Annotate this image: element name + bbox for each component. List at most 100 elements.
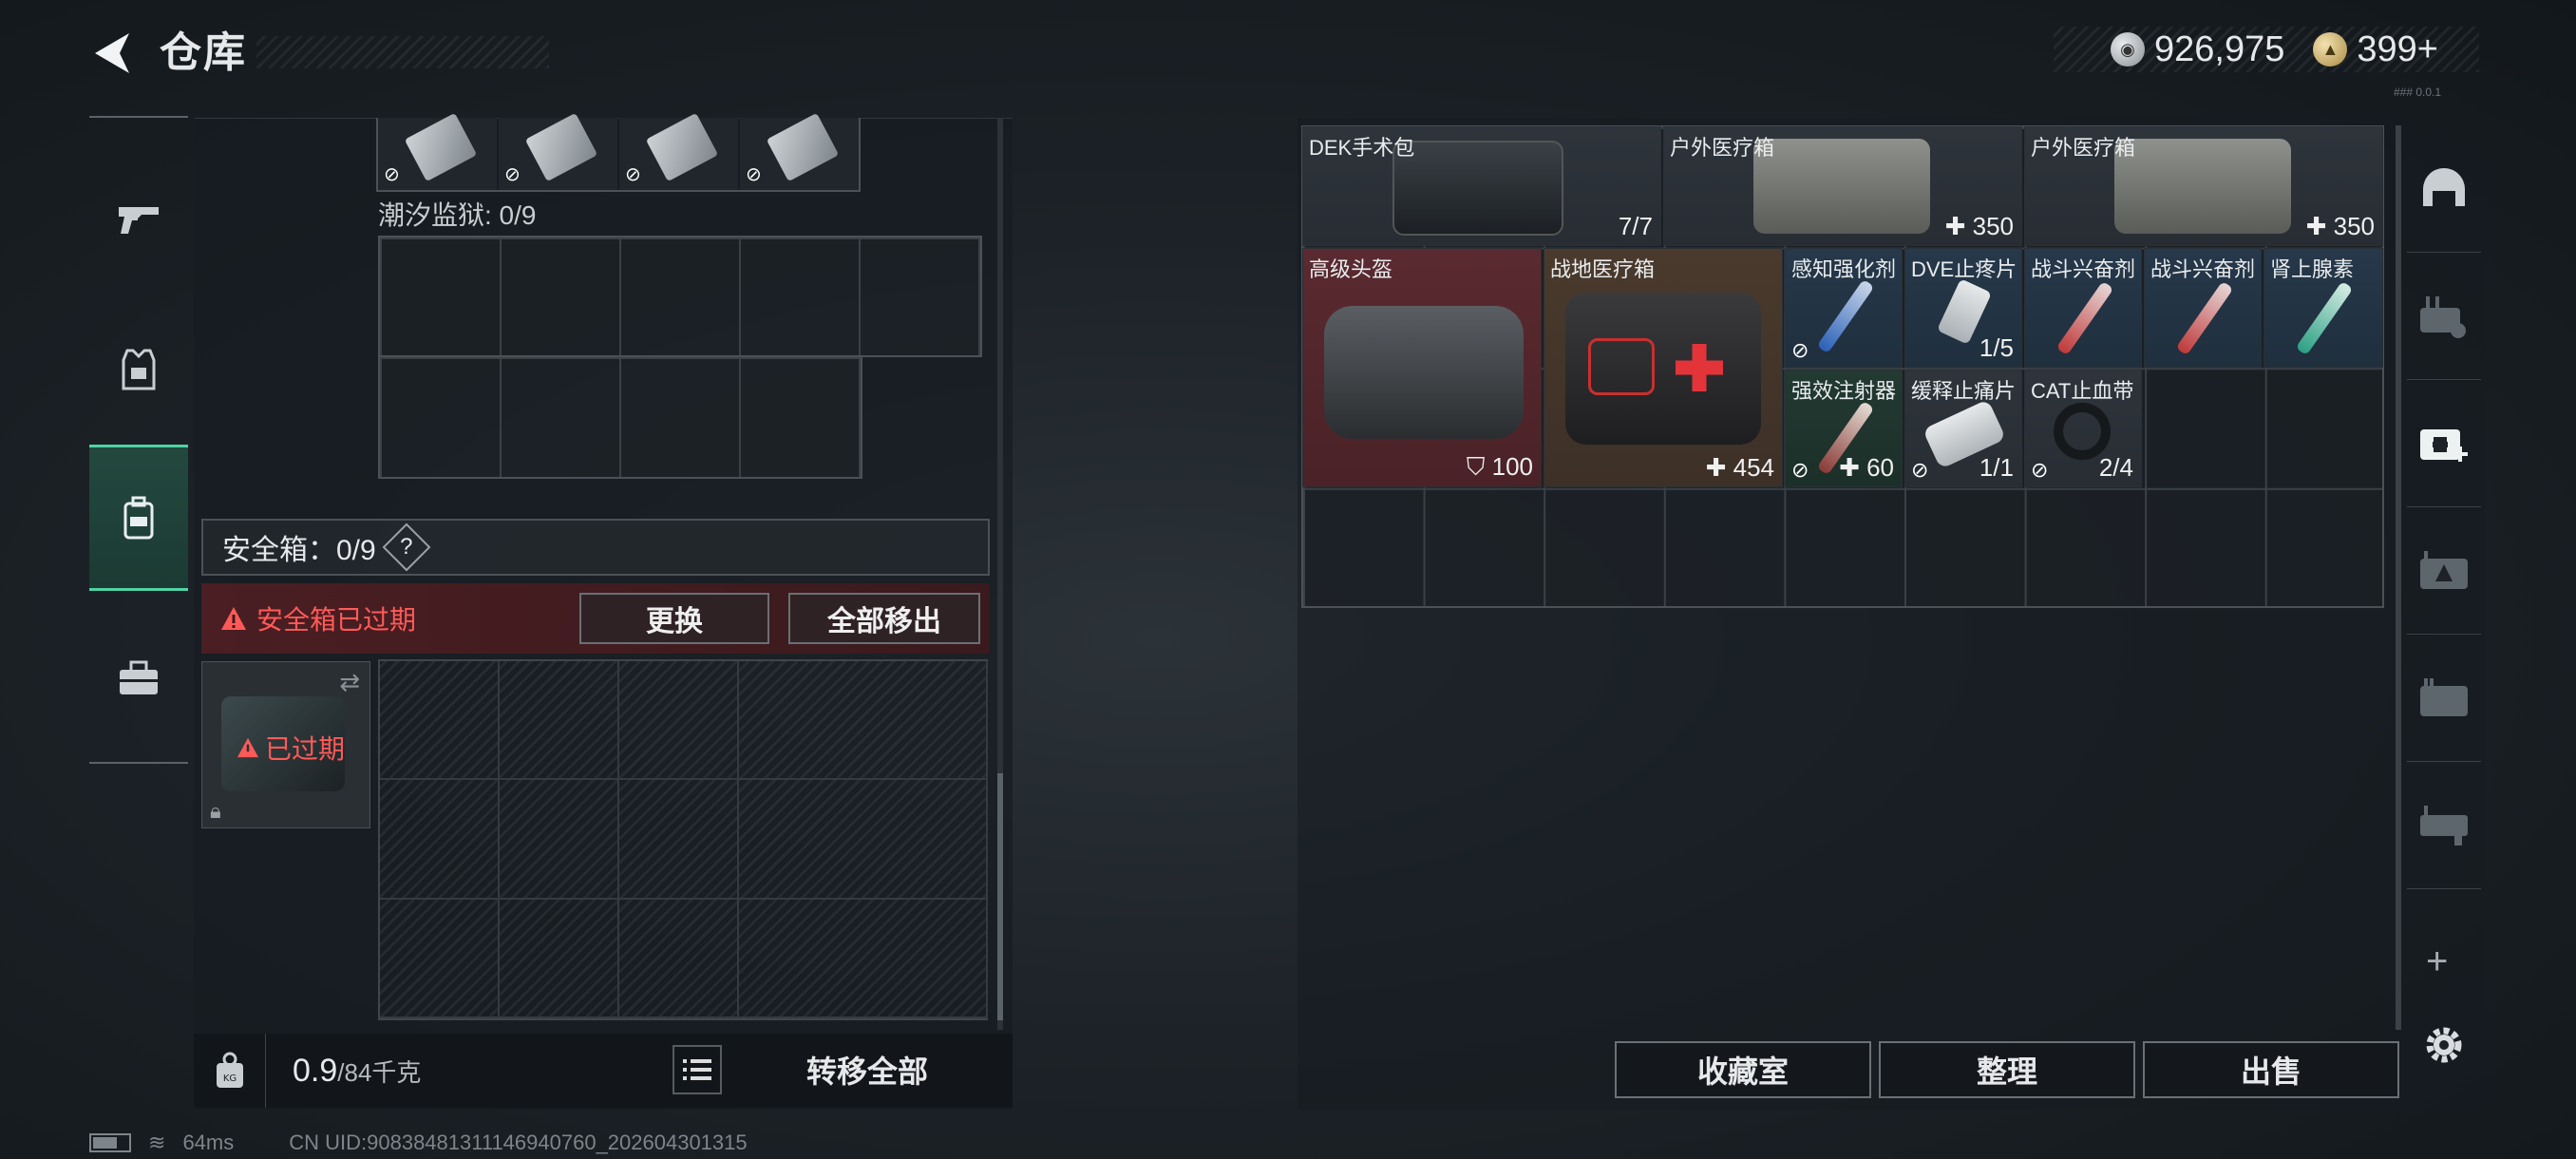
item-dve-painkiller[interactable]: DVE止疼片 1/5 — [1904, 248, 2022, 368]
item-slot[interactable]: ⊘ — [740, 112, 859, 190]
uid-text: CN UID:9083848131114694076​0_20260430131… — [289, 1130, 748, 1154]
no-insure-icon: ⊘ — [504, 164, 521, 185]
safe-box-label: 安全箱：0/9 — [222, 535, 376, 566]
item-slot[interactable]: ⊘ — [378, 112, 497, 190]
item-count: 1/5 — [1979, 333, 2014, 362]
item-name: 感知强化剂 — [1791, 257, 1897, 281]
nav-weapons[interactable] — [89, 190, 188, 247]
item-outdoor-medkit[interactable]: 户外医疗箱 ✚ 350 — [1663, 126, 2022, 246]
wifi-icon: ≋ — [148, 1130, 166, 1154]
item-heal-value: ✚ 350 — [1944, 212, 2014, 240]
ping-text: 64ms — [182, 1130, 235, 1154]
transfer-all-button[interactable]: 转移全部 — [729, 1041, 1005, 1098]
gear-icon — [2426, 1027, 2462, 1063]
version-text: ### 0.0.1 — [2394, 86, 2442, 99]
syringe-icon — [2295, 280, 2354, 356]
helmet-bag-image — [1324, 306, 1524, 439]
nav-backpack[interactable] — [89, 445, 188, 591]
collection-room-button[interactable]: 收藏室 — [1615, 1041, 1871, 1098]
item-name: 肾上腺素 — [2270, 257, 2355, 281]
nav-equipment[interactable] — [2407, 253, 2481, 380]
nav-medical[interactable] — [2407, 380, 2481, 507]
back-button[interactable] — [87, 27, 137, 80]
no-insure-icon: ⊘ — [2031, 458, 2049, 482]
gold-currency[interactable]: ▲ 399+ — [2313, 29, 2438, 70]
red-cross-icon — [1676, 344, 1723, 391]
item-heal-value: ✚ 60 — [1839, 453, 1894, 482]
item-combat-stimulant[interactable]: 战斗兴奋剂 — [2144, 248, 2262, 368]
svg-text:KG: KG — [222, 1074, 236, 1084]
help-button[interactable]: ? — [382, 522, 431, 572]
item-slot[interactable]: ⊘ — [499, 112, 617, 190]
container-grid-row1[interactable] — [378, 236, 982, 357]
safe-box-grid[interactable] — [378, 659, 988, 1020]
gold-amount: 399+ — [2357, 28, 2438, 69]
status-bar: ≋ 64ms CN UID:9083848131114694076​0_2026… — [89, 1130, 748, 1155]
nav-misc[interactable] — [2407, 762, 2481, 889]
item-slot[interactable]: ⊘ — [619, 112, 738, 190]
sell-button[interactable]: 出售 — [2143, 1041, 2399, 1098]
toolbox-icon — [120, 660, 158, 694]
item-icon — [645, 112, 719, 182]
expired-warning: 安全箱已过期 — [220, 599, 416, 637]
left-footer: KG 0.9/84千克 转移全部 — [194, 1034, 1013, 1108]
item-perception-enhancer[interactable]: 感知强化剂 ⊘ — [1785, 248, 1903, 368]
back-arrow-icon — [95, 33, 129, 73]
container-grid-row2[interactable] — [378, 355, 862, 479]
item-adrenaline[interactable]: 肾上腺素 — [2263, 248, 2383, 368]
warning-icon — [237, 737, 258, 758]
battery-icon — [89, 1133, 131, 1152]
item-icon — [404, 112, 478, 182]
item-outdoor-medkit[interactable]: 户外医疗箱 ✚ 350 — [2024, 126, 2383, 246]
right-scrollbar[interactable] — [2396, 125, 2401, 1030]
add-tab-button[interactable]: + — [2426, 940, 2448, 983]
weight-capacity: /84千克 — [337, 1057, 422, 1087]
item-cat-tourniquet[interactable]: CAT止血带 ⊘ 2/4 — [2024, 370, 2142, 487]
item-combat-stimulant[interactable]: 战斗兴奋剂 — [2024, 248, 2142, 368]
tourniquet-icon — [2054, 403, 2111, 460]
replace-button[interactable]: 更换 — [579, 593, 769, 644]
swap-icon[interactable]: ⇄ — [339, 668, 360, 697]
weight-current: 0.9 — [293, 1052, 338, 1089]
item-name: 战地医疗箱 — [1550, 257, 1656, 281]
nav-all-items[interactable] — [2407, 125, 2481, 253]
list-view-button[interactable] — [672, 1045, 722, 1094]
syringe-icon — [2055, 280, 2114, 356]
item-dek-surgical-kit[interactable]: DEK手术包 7/7 — [1302, 126, 1661, 246]
remove-all-button[interactable]: 全部移出 — [788, 593, 980, 644]
item-count: 2/4 — [2098, 453, 2133, 482]
medical-icon — [2420, 428, 2468, 462]
item-advanced-helmet[interactable]: 高级头盔 ⛉ 100 — [1302, 248, 1542, 487]
nav-toolbox[interactable] — [89, 650, 188, 707]
item-strong-injector[interactable]: 强效注射器 ⊘ ✚ 60 — [1785, 370, 1903, 487]
no-insure-icon: ⊘ — [1911, 458, 1929, 482]
warning-icon — [221, 607, 246, 630]
top-item-row: ⊘ ⊘ ⊘ ⊘ — [376, 112, 861, 192]
equipment-icon — [2420, 295, 2466, 338]
item-name: DVE止疼片 — [1911, 257, 2017, 281]
item-name: 战斗兴奋剂 — [2150, 257, 2256, 281]
item-heal-value: ✚ 454 — [1705, 453, 1774, 482]
scrollbar-thumb[interactable] — [997, 773, 1003, 1020]
silver-currency[interactable]: ◉ 926,975 — [2111, 29, 2284, 70]
item-slow-release-painkiller[interactable]: 缓释止痛片 ⊘ 1/1 — [1904, 370, 2022, 487]
ammo-box-icon — [2420, 550, 2468, 589]
lock-icon: 🔒︎ — [210, 799, 221, 823]
armor-icon — [122, 349, 156, 390]
left-nav — [89, 116, 188, 764]
syringe-icon — [2175, 280, 2234, 356]
gun-icon — [119, 207, 159, 234]
nav-armor[interactable] — [89, 336, 188, 403]
left-scrollbar[interactable] — [997, 118, 1003, 1030]
item-field-medkit[interactable]: 战地医疗箱 ✚ 454 — [1544, 248, 1783, 487]
settings-button[interactable] — [2420, 1021, 2468, 1069]
no-insure-icon: ⊘ — [384, 164, 400, 185]
field-medkit-image — [1565, 293, 1761, 445]
organize-button[interactable]: 整理 — [1879, 1041, 2135, 1098]
item-count: 1/1 — [1979, 453, 2014, 482]
safe-expired-text: 已过期 — [265, 734, 346, 764]
nav-containers[interactable] — [2407, 635, 2481, 762]
nav-ammo[interactable] — [2407, 507, 2481, 635]
safe-case-slot[interactable]: ⇄ 已过期 🔒︎ — [201, 661, 370, 828]
no-insure-icon: ⊘ — [746, 164, 762, 185]
